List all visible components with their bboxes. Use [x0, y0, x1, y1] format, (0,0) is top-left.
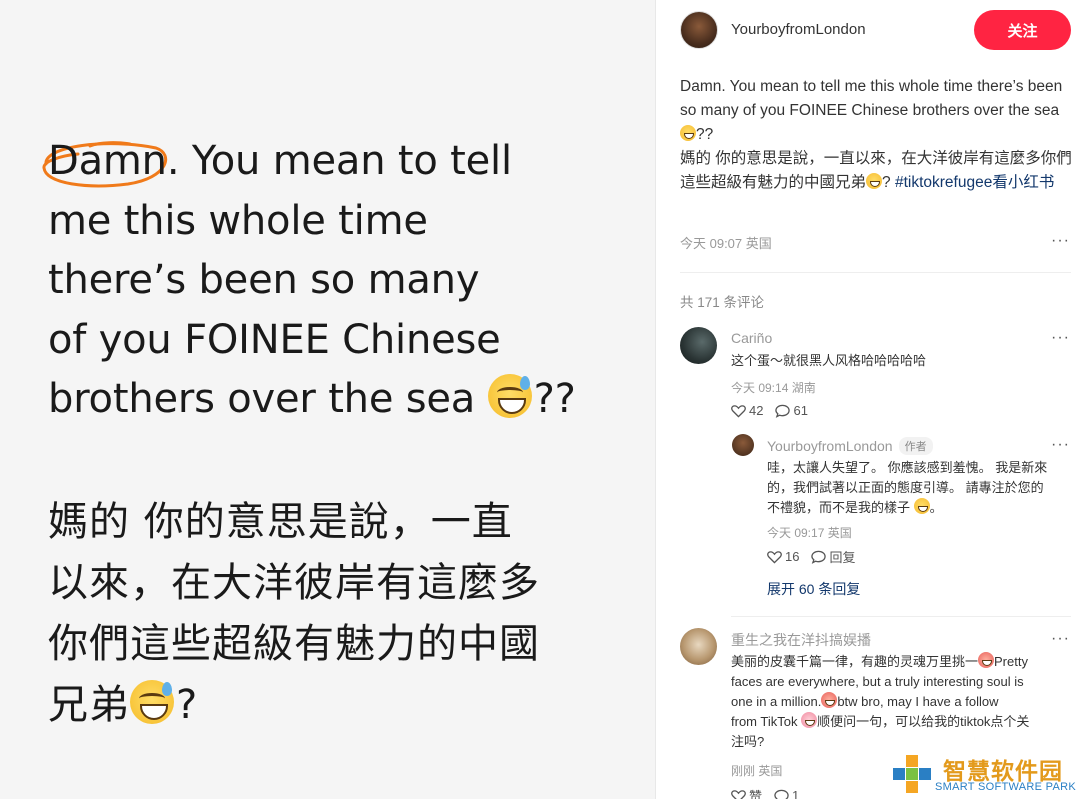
heart-icon [731, 404, 746, 418]
comment-text-part: 顺便问一句，可以给我的tiktok点个关 [817, 714, 1030, 729]
post-text-en-tail: ?? [696, 126, 714, 143]
reply-meta: 今天 09:17 英国 [767, 526, 852, 540]
reply-text-line-text: 不禮貌，而不是我的樣子 [767, 500, 911, 515]
comment-text-line: faces are everywhere, but a truly intere… [731, 674, 1024, 689]
reply-author-avatar[interactable] [732, 434, 754, 456]
hashtag-link[interactable]: #tiktokrefugee看小红书 [895, 174, 1054, 191]
commenter-avatar[interactable] [680, 327, 717, 364]
comment-text-part: one in a million. [731, 694, 822, 709]
comment-item: Cariño 这个蛋～就很黑人风格哈哈哈哈哈 今天 09:14 湖南 42 61… [680, 327, 1072, 427]
comment-text-line: one in a million. btw bro, may I have a f… [731, 692, 1076, 712]
comment-more-icon[interactable]: ··· [1051, 329, 1070, 347]
image-zh-line: 你們這些超級有魅力的中國 [48, 621, 540, 667]
comment-bubble-icon [774, 789, 789, 799]
reply-button[interactable]: 61 [775, 403, 808, 418]
commenter-avatar[interactable] [680, 628, 717, 665]
divider [731, 616, 1071, 617]
grinning-sweat-emoji-icon [866, 173, 883, 189]
heart-icon [731, 789, 746, 799]
pig-emoji-icon [801, 712, 818, 728]
image-english-text: Damn. You mean to tell me this whole tim… [48, 132, 618, 430]
reply-label: 回复 [829, 550, 856, 565]
image-zh-line-tail: ? [176, 682, 199, 728]
comment-meta: 今天 09:14 湖南 [731, 381, 816, 395]
comment-more-icon[interactable]: ··· [1051, 630, 1070, 648]
like-count: 16 [785, 549, 800, 564]
like-button[interactable]: 赞 [731, 786, 762, 799]
reply-text-line: 不禮貌，而不是我的樣子 。 [767, 498, 1067, 518]
image-chinese-text: 媽的 你的意思是說，一直 以來，在大洋彼岸有這麼多 你們這些超級有魅力的中國 兄… [48, 492, 618, 736]
smart-software-park-logo [893, 755, 931, 793]
commenter-name[interactable]: 重生之我在洋抖搞娱播 [731, 630, 871, 650]
author-name[interactable]: YourboyfromLondon [731, 21, 866, 38]
reply-count: 1 [792, 788, 800, 799]
image-line: brothers over the sea ?? [48, 370, 618, 430]
commenter-name[interactable]: Cariño [731, 330, 772, 346]
reply-item: YourboyfromLondon 作者 哇，太讓人失望了。 你應該感到羞愧。 我… [732, 434, 1072, 574]
peach-emoji-icon [821, 692, 838, 708]
image-zh-line: 媽的 你的意思是說，一直 [48, 499, 513, 545]
image-zh-line-text: 兄弟 [48, 682, 130, 728]
image-zh-line: 以來，在大洋彼岸有這麼多 [48, 560, 540, 606]
like-button[interactable]: 42 [731, 403, 763, 418]
image-line: Damn. You mean to tell [48, 138, 512, 184]
reply-author-name-text: YourboyfromLondon [767, 438, 893, 454]
like-label: 赞 [749, 789, 763, 799]
divider [680, 272, 1071, 273]
image-line: there’s been so many [48, 257, 480, 303]
reply-text-line: 的，我們試著以正面的態度引導。 請專注於您的 [767, 480, 1044, 495]
post-detail-panel: YourboyfromLondon 关注 Damn. You mean to t… [656, 0, 1083, 799]
comment-bubble-icon [811, 550, 827, 564]
rolling-laughing-emoji-icon [913, 498, 930, 514]
post-meta: 今天 09:07 英国 [680, 236, 772, 251]
post-text-en: Damn. You mean to tell me this whole tim… [680, 78, 1063, 119]
reply-text: 哇，太讓人失望了。 你應該感到羞愧。 我是新來 的，我們試著以正面的態度引導。 … [767, 458, 1067, 518]
follow-button[interactable]: 关注 [974, 10, 1071, 50]
reply-text-end: 。 [929, 500, 943, 515]
image-line: of you FOINEE Chinese [48, 316, 501, 363]
comment-count: 共 171 条评论 [680, 295, 765, 310]
peach-emoji-icon [978, 652, 995, 668]
comment-text: 这个蛋～就很黑人风格哈哈哈哈哈 [731, 353, 927, 368]
reply-button[interactable]: 1 [774, 788, 799, 799]
grinning-sweat-emoji-icon [680, 125, 696, 141]
heart-icon [767, 550, 782, 564]
image-line-tail: ?? [533, 376, 576, 422]
comment-text-line: from TikTok 顺便问一句，可以给我的tiktok点个关 [731, 712, 1076, 732]
reply-button[interactable]: 回复 [811, 547, 855, 566]
watermark-en: SMART SOFTWARE PARK [935, 781, 1076, 793]
author-avatar[interactable] [680, 11, 718, 49]
expand-replies-link[interactable]: 展开 60 条回复 [767, 579, 860, 599]
comment-text-part: from TikTok [731, 714, 798, 729]
comment-bubble-icon [775, 404, 791, 418]
author-bar: YourboyfromLondon 关注 [680, 10, 1071, 50]
image-zh-line: 兄弟? [48, 675, 618, 736]
post-more-icon[interactable]: ··· [1051, 232, 1070, 250]
grinning-sweat-emoji-icon [487, 374, 532, 418]
post-description: Damn. You mean to tell me this whole tim… [680, 78, 1072, 191]
image-line: me this whole time [48, 197, 428, 244]
comment-text-part: btw bro, may I have a follow [837, 694, 999, 709]
post-image[interactable]: Damn. You mean to tell me this whole tim… [0, 0, 655, 799]
watermark: 智慧软件园 SMART SOFTWARE PARK [887, 749, 1083, 799]
like-button[interactable]: 16 [767, 549, 799, 564]
comment-text-part: 美丽的皮囊千篇一律，有趣的灵魂万里挑一 [731, 654, 979, 669]
reply-more-icon[interactable]: ··· [1051, 436, 1070, 454]
reply-text-line: 哇，太讓人失望了。 你應該感到羞愧。 我是新來 [767, 460, 1048, 475]
comment-text-part: Pretty [994, 654, 1028, 669]
comment-actions: 赞 1 [731, 786, 799, 799]
reply-author-name[interactable]: YourboyfromLondon 作者 [767, 437, 933, 455]
like-count: 42 [749, 403, 764, 418]
image-line-text: brothers over the sea [48, 376, 476, 422]
comment-text-line: 美丽的皮囊千篇一律，有趣的灵魂万里挑一 Pretty [731, 652, 1076, 672]
author-badge: 作者 [898, 437, 933, 455]
comment-meta: 刚刚 英国 [731, 764, 783, 778]
comment-text: 美丽的皮囊千篇一律，有趣的灵魂万里挑一 Pretty faces are ever… [731, 652, 1076, 752]
comment-actions: 42 61 [731, 403, 808, 418]
reply-actions: 16 回复 [767, 547, 855, 566]
grinning-sweat-emoji-icon [130, 680, 174, 724]
reply-count: 61 [793, 403, 808, 418]
